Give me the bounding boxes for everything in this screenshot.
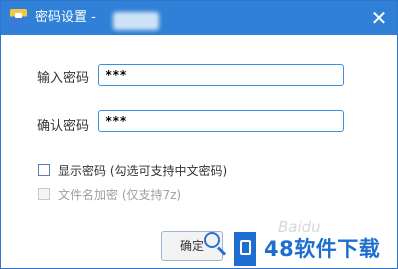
confirm-password-input[interactable] <box>98 110 344 132</box>
show-password-label: 显示密码 (勾选可支持中文密码) <box>58 163 228 178</box>
encrypt-filenames-option: 文件名加密 (仅支持7z) <box>38 186 181 202</box>
watermark-brand-text: 48软件下载 <box>264 237 381 261</box>
watermark-badge: 48软件下载 <box>234 232 394 266</box>
confirm-password-label: 确认密码 <box>37 119 90 134</box>
watermark-logo-icon <box>234 232 256 266</box>
archive-app-icon <box>10 9 27 26</box>
password-input[interactable] <box>98 64 344 86</box>
show-password-option[interactable]: 显示密码 (勾选可支持中文密码) <box>38 162 227 178</box>
password-settings-dialog: 密码设置 - ✕ 输入密码 确认密码 显示密码 (勾选可支持中文密码) 文件名加… <box>0 0 398 269</box>
show-password-checkbox[interactable] <box>38 164 50 176</box>
redacted-filename <box>113 12 159 30</box>
title-bar: 密码设置 - ✕ <box>1 1 397 35</box>
password-label: 输入密码 <box>37 71 90 86</box>
close-icon[interactable]: ✕ <box>367 6 391 30</box>
magnifier-icon <box>204 232 228 256</box>
encrypt-filenames-checkbox <box>38 188 50 200</box>
window-title: 密码设置 - <box>35 10 96 25</box>
encrypt-filenames-label: 文件名加密 (仅支持7z) <box>58 187 182 202</box>
